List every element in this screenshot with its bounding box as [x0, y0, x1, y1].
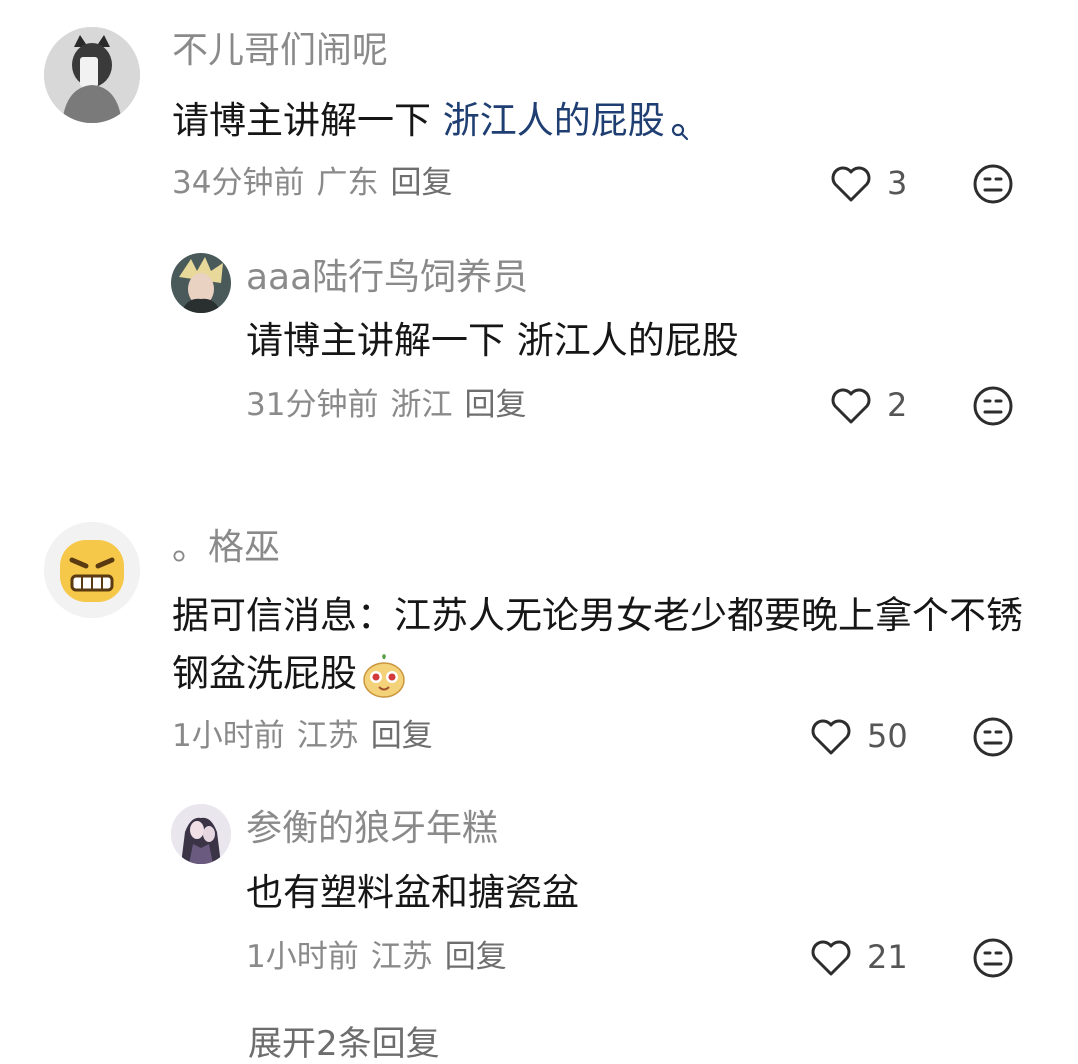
reply-button[interactable]: 回复 — [371, 718, 433, 754]
dislike-face-icon[interactable] — [972, 716, 1014, 758]
comment-author[interactable]: 不儿哥们闹呢 — [172, 29, 388, 73]
reply-location: 浙江 — [390, 387, 453, 423]
comment-meta: 1小时前 江苏 回复 — [172, 716, 445, 756]
like-button[interactable]: 3 — [829, 161, 907, 205]
reply-button[interactable]: 回复 — [390, 165, 452, 201]
cute-monster-emoji-icon — [361, 653, 407, 699]
avatar[interactable] — [44, 522, 140, 618]
comment-text: 请博主讲解一下 浙江人的屁股 — [172, 92, 1032, 158]
reply-button[interactable]: 回复 — [445, 939, 507, 975]
heart-icon — [831, 388, 871, 424]
reply-time: 1小时前 — [246, 939, 359, 975]
reply-author[interactable]: aaa陆行鸟饲养员 — [246, 256, 528, 300]
heart-icon — [811, 719, 851, 755]
like-count: 50 — [867, 717, 908, 755]
reply-button[interactable]: 回复 — [464, 387, 526, 423]
dislike-face-icon[interactable] — [972, 385, 1014, 427]
avatar[interactable] — [44, 27, 140, 123]
reply-meta: 31分钟前 浙江 回复 — [246, 385, 538, 425]
heart-icon — [811, 940, 851, 976]
reply-author[interactable]: 参衡的狼牙年糕 — [246, 807, 498, 851]
avatar[interactable] — [171, 804, 231, 864]
reply-meta: 1小时前 江苏 回复 — [246, 937, 519, 977]
reply-time: 31分钟前 — [246, 387, 379, 423]
comment-meta: 34分钟前 广东 回复 — [172, 163, 464, 203]
reply-text: 也有塑料盆和搪瓷盆 — [246, 871, 579, 914]
comment-text-prefix: 请博主讲解一下 — [172, 99, 443, 142]
dislike-face-icon[interactable] — [972, 163, 1014, 205]
comment-time: 34分钟前 — [172, 165, 305, 201]
dislike-face-icon[interactable] — [972, 937, 1014, 979]
comment-text-body: 据可信消息：江苏人无论男女老少都要晚上拿个不锈钢盆洗屁股 — [172, 594, 1023, 695]
reply-location: 江苏 — [370, 939, 433, 975]
comment-time: 1小时前 — [172, 718, 285, 754]
like-button[interactable]: 2 — [829, 383, 907, 427]
like-count: 3 — [887, 164, 908, 202]
search-link[interactable]: 浙江人的屁股 — [443, 99, 665, 142]
comment-text: 据可信消息：江苏人无论男女老少都要晚上拿个不锈钢盆洗屁股 — [172, 587, 1024, 703]
reply-text: 请博主讲解一下 浙江人的屁股 — [246, 319, 739, 362]
expand-replies-button[interactable]: 展开2条回复 — [248, 1024, 440, 1064]
comment-location: 江苏 — [296, 718, 359, 754]
comment-author[interactable]: 。格巫 — [172, 526, 280, 570]
like-button[interactable]: 21 — [809, 935, 908, 979]
like-count: 2 — [887, 386, 908, 424]
heart-icon — [831, 166, 871, 202]
search-icon — [671, 100, 689, 158]
comment-location: 广东 — [316, 165, 379, 201]
like-count: 21 — [867, 938, 908, 976]
avatar[interactable] — [171, 253, 231, 313]
like-button[interactable]: 50 — [809, 714, 908, 758]
